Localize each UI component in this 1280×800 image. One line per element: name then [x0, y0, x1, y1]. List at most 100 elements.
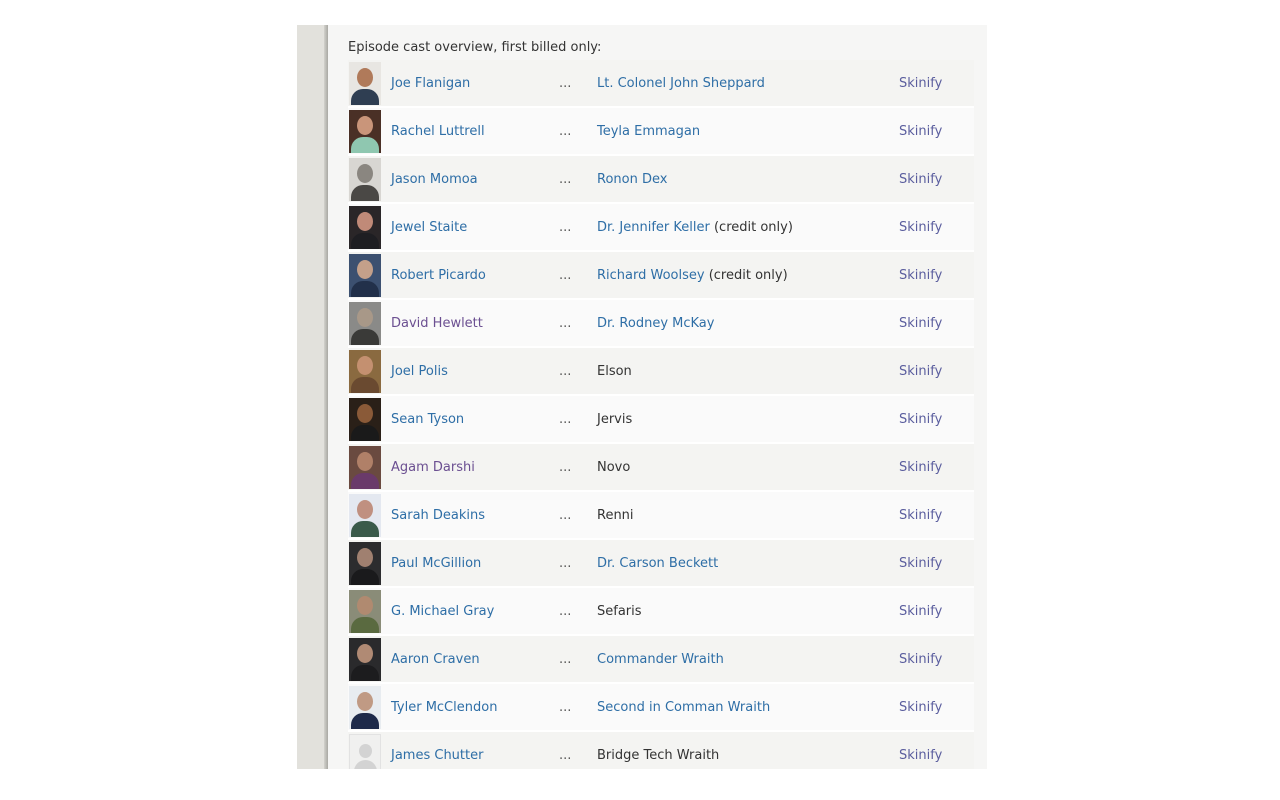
- cast-row: James Chutter ... Bridge Tech Wraith Ski…: [348, 732, 974, 769]
- credit-note: (credit only): [704, 267, 788, 283]
- photo-head-shape: [357, 212, 373, 231]
- skinify-link[interactable]: Skinify: [899, 268, 942, 283]
- photo-head-shape: [357, 68, 373, 87]
- photo-body-shape: [351, 473, 379, 489]
- skinify-link[interactable]: Skinify: [899, 220, 942, 235]
- actor-photo[interactable]: [349, 62, 381, 105]
- photo-head-shape: [357, 116, 373, 135]
- skinify-link[interactable]: Skinify: [899, 124, 942, 139]
- ellipsis: ...: [559, 411, 572, 427]
- skinify-link[interactable]: Skinify: [899, 700, 942, 715]
- skinify-link[interactable]: Skinify: [899, 604, 942, 619]
- character-name-link[interactable]: Second in Comman Wraith: [597, 700, 770, 715]
- character-name-link[interactable]: Teyla Emmagan: [597, 124, 700, 139]
- character-name-link[interactable]: Lt. Colonel John Sheppard: [597, 76, 765, 91]
- photo-body-shape: [351, 329, 379, 345]
- character-name-link[interactable]: Dr. Rodney McKay: [597, 316, 714, 331]
- ellipsis: ...: [559, 363, 572, 379]
- actor-name-link[interactable]: James Chutter: [391, 748, 483, 763]
- ellipsis: ...: [559, 219, 572, 235]
- actor-name-link[interactable]: Robert Picardo: [391, 268, 486, 283]
- character-name-link[interactable]: Ronon Dex: [597, 172, 667, 187]
- skinify-link[interactable]: Skinify: [899, 364, 942, 379]
- cast-row: Sarah Deakins ... Renni Skinify: [348, 492, 974, 540]
- actor-photo[interactable]: [349, 494, 381, 537]
- photo-body-shape: [351, 713, 379, 729]
- skinify-link[interactable]: Skinify: [899, 172, 942, 187]
- actor-photo[interactable]: [349, 446, 381, 489]
- photo-head-shape: [357, 692, 373, 711]
- character-name: Elson: [597, 363, 632, 379]
- cast-heading: Episode cast overview, first billed only…: [348, 40, 602, 55]
- actor-photo[interactable]: [349, 542, 381, 585]
- actor-name-link[interactable]: Joel Polis: [391, 364, 448, 379]
- character-cell: Dr. Carson Beckett: [597, 556, 718, 571]
- photo-head-shape: [357, 356, 373, 375]
- skinify-link[interactable]: Skinify: [899, 508, 942, 523]
- actor-photo[interactable]: [349, 638, 381, 681]
- skinify-link[interactable]: Skinify: [899, 412, 942, 427]
- actor-name-link[interactable]: Tyler McClendon: [391, 700, 497, 715]
- actor-name-link[interactable]: Aaron Craven: [391, 652, 480, 667]
- cast-row: Joe Flanigan ... Lt. Colonel John Sheppa…: [348, 60, 974, 108]
- ellipsis: ...: [559, 507, 572, 523]
- actor-photo[interactable]: [349, 686, 381, 729]
- actor-name-link[interactable]: G. Michael Gray: [391, 604, 494, 619]
- ellipsis: ...: [559, 123, 572, 139]
- actor-photo[interactable]: [349, 350, 381, 393]
- actor-name-link[interactable]: Rachel Luttrell: [391, 124, 485, 139]
- cast-list: Joe Flanigan ... Lt. Colonel John Sheppa…: [348, 60, 974, 769]
- cast-row: G. Michael Gray ... Sefaris Skinify: [348, 588, 974, 636]
- character-cell: Ronon Dex: [597, 172, 667, 187]
- actor-photo[interactable]: [349, 254, 381, 297]
- photo-body-shape: [351, 377, 379, 393]
- photo-body-shape: [351, 521, 379, 537]
- photo-head-shape: [357, 644, 373, 663]
- actor-photo[interactable]: [349, 302, 381, 345]
- character-cell: Commander Wraith: [597, 652, 724, 667]
- character-cell: Lt. Colonel John Sheppard: [597, 76, 765, 91]
- no-photo-placeholder-icon[interactable]: [349, 734, 381, 769]
- photo-body-shape: [351, 137, 379, 153]
- character-name-link[interactable]: Dr. Carson Beckett: [597, 556, 718, 571]
- character-name-link[interactable]: Richard Woolsey: [597, 268, 705, 283]
- cast-row: Rachel Luttrell ... Teyla Emmagan Skinif…: [348, 108, 974, 156]
- character-cell: Second in Comman Wraith: [597, 700, 770, 715]
- actor-photo[interactable]: [349, 110, 381, 153]
- skinify-link[interactable]: Skinify: [899, 748, 942, 763]
- actor-name-link[interactable]: Joe Flanigan: [391, 76, 470, 91]
- skinify-link[interactable]: Skinify: [899, 556, 942, 571]
- ellipsis: ...: [559, 699, 572, 715]
- actor-name-link[interactable]: Paul McGillion: [391, 556, 481, 571]
- character-cell: Richard Woolsey (credit only): [597, 268, 788, 283]
- actor-photo[interactable]: [349, 158, 381, 201]
- actor-name-link[interactable]: Sean Tyson: [391, 412, 464, 427]
- character-cell: Dr. Jennifer Keller (credit only): [597, 220, 793, 235]
- photo-body-shape: [351, 665, 379, 681]
- actor-name-link[interactable]: Agam Darshi: [391, 460, 475, 475]
- photo-head-shape: [357, 500, 373, 519]
- skinify-link[interactable]: Skinify: [899, 76, 942, 91]
- cast-row: Agam Darshi ... Novo Skinify: [348, 444, 974, 492]
- cast-row: Joel Polis ... Elson Skinify: [348, 348, 974, 396]
- character-name: Renni: [597, 507, 634, 523]
- actor-photo[interactable]: [349, 590, 381, 633]
- photo-body-shape: [351, 185, 379, 201]
- credit-note: (credit only): [709, 219, 793, 235]
- skinify-link[interactable]: Skinify: [899, 460, 942, 475]
- actor-photo[interactable]: [349, 206, 381, 249]
- skinify-link[interactable]: Skinify: [899, 652, 942, 667]
- character-cell: Renni: [597, 508, 634, 523]
- skinify-link[interactable]: Skinify: [899, 316, 942, 331]
- ellipsis: ...: [559, 267, 572, 283]
- actor-name-link[interactable]: David Hewlett: [391, 316, 483, 331]
- actor-name-link[interactable]: Sarah Deakins: [391, 508, 485, 523]
- character-name-link[interactable]: Commander Wraith: [597, 652, 724, 667]
- actor-photo[interactable]: [349, 398, 381, 441]
- character-cell: Bridge Tech Wraith: [597, 748, 719, 763]
- actor-name-link[interactable]: Jason Momoa: [391, 172, 478, 187]
- actor-name-link[interactable]: Jewel Staite: [391, 220, 467, 235]
- ellipsis: ...: [559, 603, 572, 619]
- photo-head-shape: [357, 596, 373, 615]
- character-name-link[interactable]: Dr. Jennifer Keller: [597, 220, 710, 235]
